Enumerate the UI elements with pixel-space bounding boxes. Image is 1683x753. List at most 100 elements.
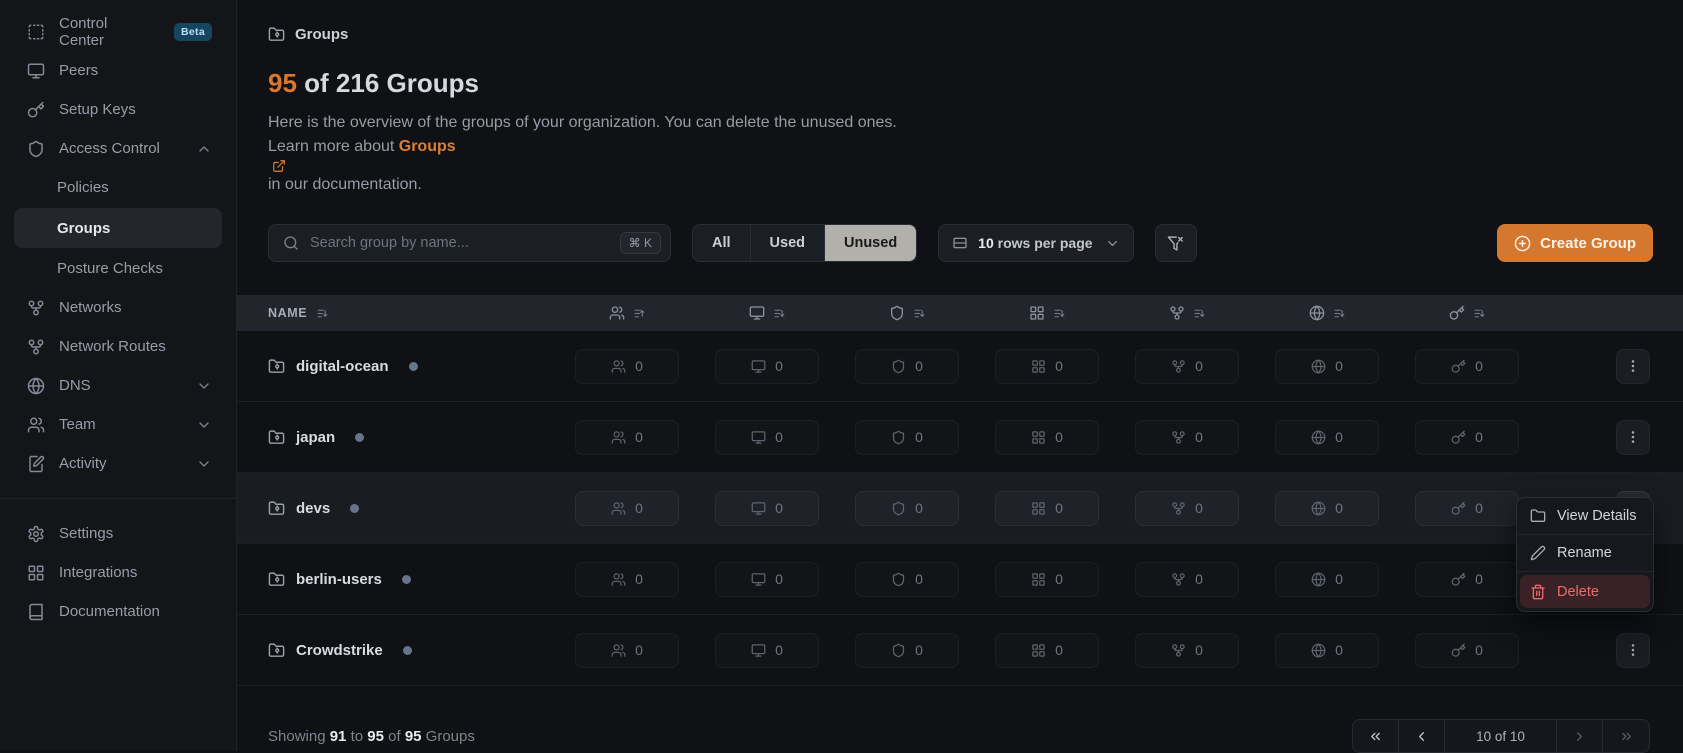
first-page-button[interactable]: [1353, 720, 1399, 752]
column-header-name[interactable]: NAME: [237, 306, 557, 320]
last-page-button[interactable]: [1603, 720, 1649, 752]
rows-per-page-select[interactable]: 10 rows per page: [938, 224, 1133, 262]
folder-group-icon: [268, 571, 285, 588]
sidebar-item-activity[interactable]: Activity: [0, 444, 236, 483]
peers-count-badge: 0: [715, 562, 819, 597]
group-name: digital-ocean: [296, 358, 389, 375]
table-row[interactable]: digital-ocean 0 0 0 0 0 0 0: [237, 331, 1683, 402]
description-line2: Learn more about Groups in our documenta…: [268, 135, 1683, 197]
menu-item-view-details[interactable]: View Details: [1517, 498, 1653, 535]
group-name: Crowdstrike: [296, 642, 383, 659]
column-header-users[interactable]: [557, 305, 697, 321]
group-name-cell: japan: [237, 429, 557, 446]
git-fork-icon: [1171, 572, 1186, 587]
external-link-icon[interactable]: [272, 159, 286, 173]
sidebar-item-dns[interactable]: DNS: [0, 366, 236, 405]
tab-used[interactable]: Used: [751, 225, 825, 261]
groups-doc-link[interactable]: Groups: [399, 138, 456, 155]
table-row[interactable]: berlin-users 0 0 0 0 0 0 0: [237, 544, 1683, 615]
column-header-routes[interactable]: [1117, 305, 1257, 321]
menu-item-rename[interactable]: Rename: [1517, 535, 1653, 572]
row-menu-button[interactable]: [1616, 633, 1650, 668]
column-header-setup-keys[interactable]: [1397, 305, 1537, 321]
layers-icon: [1031, 643, 1046, 658]
sidebar-item-network-routes[interactable]: Network Routes: [0, 327, 236, 366]
sort-asc-icon: [633, 307, 646, 320]
range-end: 95: [367, 728, 384, 745]
plus-circle-icon: [1514, 235, 1531, 252]
shield-icon: [889, 305, 905, 321]
sidebar-item-label: Peers: [59, 62, 98, 79]
users-count-badge: 0: [575, 491, 679, 526]
sort-desc-icon: [913, 307, 926, 320]
sort-desc-icon: [1193, 307, 1206, 320]
create-group-button[interactable]: Create Group: [1497, 224, 1653, 262]
sidebar-item-settings[interactable]: Settings: [0, 514, 236, 553]
shield-icon: [891, 643, 906, 658]
sort-desc-icon: [316, 307, 329, 320]
routes-count-badge: 0: [1135, 420, 1239, 455]
table-header: NAME: [237, 295, 1683, 331]
clear-filters-button[interactable]: [1155, 224, 1197, 262]
sidebar-item-peers[interactable]: Peers: [0, 51, 236, 90]
trash-icon: [1530, 584, 1546, 600]
search-input[interactable]: [310, 235, 609, 251]
users-icon: [27, 416, 45, 434]
sidebar-item-integrations[interactable]: Integrations: [0, 553, 236, 592]
chevron-down-icon: [196, 417, 212, 433]
showing-summary: Showing 91 to 95 of 95 Groups: [268, 728, 475, 745]
folder-icon: [1530, 508, 1546, 524]
sidebar-item-label: Settings: [59, 525, 113, 542]
git-fork-icon: [1171, 643, 1186, 658]
sidebar-item-control-center[interactable]: Control Center Beta: [0, 12, 236, 51]
group-status-dot: [402, 575, 411, 584]
search-box[interactable]: ⌘ K: [268, 224, 671, 262]
column-header-policies[interactable]: [837, 305, 977, 321]
sidebar-item-documentation[interactable]: Documentation: [0, 592, 236, 631]
sidebar-item-setup-keys[interactable]: Setup Keys: [0, 90, 236, 129]
group-name-cell: berlin-users: [237, 571, 557, 588]
row-menu-button[interactable]: [1616, 349, 1650, 384]
layers-icon: [1031, 501, 1046, 516]
group-name-cell: devs: [237, 500, 557, 517]
column-header-nameservers[interactable]: [1257, 305, 1397, 321]
menu-item-delete[interactable]: Delete: [1520, 575, 1650, 608]
shield-icon: [891, 501, 906, 516]
users-count-badge: 0: [575, 420, 679, 455]
create-group-label: Create Group: [1540, 235, 1636, 252]
tab-unused[interactable]: Unused: [825, 225, 916, 261]
prev-page-button[interactable]: [1399, 720, 1445, 752]
table-row[interactable]: japan 0 0 0 0 0 0 0: [237, 402, 1683, 473]
sidebar-item-posture-checks[interactable]: Posture Checks: [0, 249, 236, 288]
gear-icon: [27, 525, 45, 543]
search-shortcut-badge: ⌘ K: [620, 232, 661, 254]
row-menu-button[interactable]: [1616, 420, 1650, 455]
sidebar-item-label: Access Control: [59, 140, 160, 157]
tab-all[interactable]: All: [693, 225, 751, 261]
resources-count-badge: 0: [995, 562, 1099, 597]
rows-icon: [952, 235, 968, 251]
sidebar-item-label: Network Routes: [59, 338, 166, 355]
sidebar-item-label: Groups: [57, 220, 110, 237]
sidebar-item-access-control[interactable]: Access Control: [0, 129, 236, 168]
rows-per-page-label: rows per page: [998, 235, 1093, 251]
sidebar-item-label: Control Center: [59, 15, 151, 49]
column-header-peers[interactable]: [697, 305, 837, 321]
table-row[interactable]: Crowdstrike 0 0 0 0 0 0 0: [237, 615, 1683, 686]
nameservers-count-badge: 0: [1275, 633, 1379, 668]
next-page-button[interactable]: [1557, 720, 1603, 752]
group-name: berlin-users: [296, 571, 382, 588]
activity-icon: [27, 455, 45, 473]
sidebar-item-policies[interactable]: Policies: [0, 168, 236, 207]
chevron-up-icon: [196, 141, 212, 157]
sidebar-item-team[interactable]: Team: [0, 405, 236, 444]
sidebar-item-groups[interactable]: Groups: [14, 208, 222, 248]
chevrons-right-icon: [1619, 729, 1634, 744]
sidebar-item-networks[interactable]: Networks: [0, 288, 236, 327]
table-row-selected[interactable]: devs 0 0 0 0 0 0 0: [237, 473, 1683, 544]
main-content: Groups 95 of 216 Groups Here is the over…: [237, 0, 1683, 751]
network-icon: [27, 299, 45, 317]
column-header-resources[interactable]: [977, 305, 1117, 321]
layers-icon: [1029, 305, 1045, 321]
users-icon: [609, 305, 625, 321]
